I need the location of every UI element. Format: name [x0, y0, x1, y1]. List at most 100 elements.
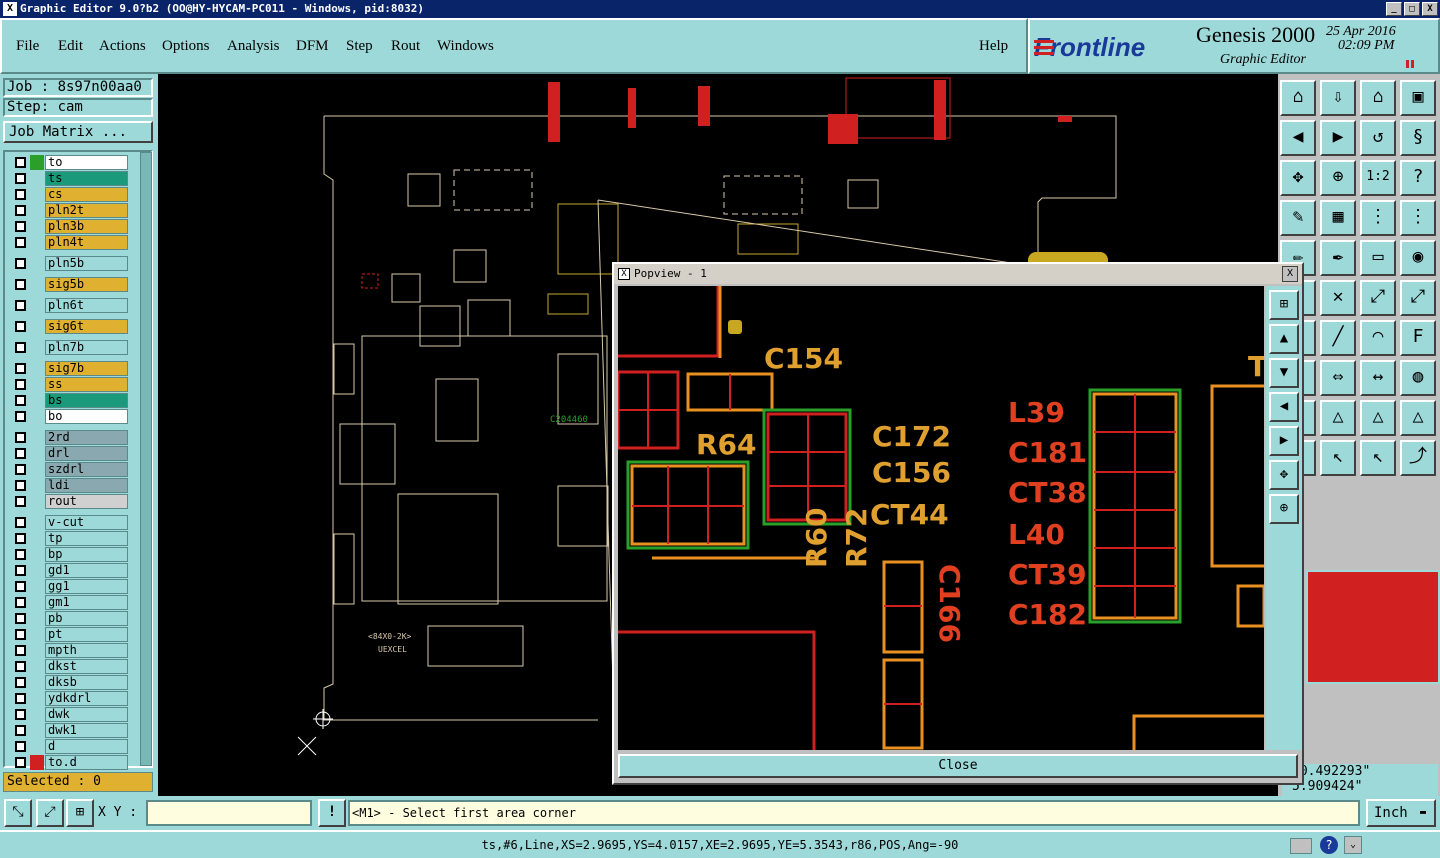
ruler-icon[interactable]: ▭ [1360, 240, 1396, 276]
menu-actions[interactable]: Actions [99, 38, 146, 55]
layer-row-pln6t[interactable]: pln6t [13, 298, 129, 313]
layer-row-pln3b[interactable]: pln3b [13, 219, 129, 234]
layer-color-swatch[interactable] [30, 531, 44, 546]
fit-icon[interactable]: ✥ [1280, 160, 1316, 196]
help-tool-icon[interactable]: ? [1400, 160, 1436, 196]
layer-color-swatch[interactable] [30, 478, 44, 493]
layer-row-dksb[interactable]: dksb [13, 675, 129, 690]
layer-row-dkst[interactable]: dkst [13, 659, 129, 674]
text-tool-icon[interactable]: F [1400, 320, 1436, 356]
layer-row-sig6t[interactable]: sig6t [13, 319, 129, 334]
home-icon[interactable]: ⌂ [1280, 80, 1316, 116]
layer-row-cs[interactable]: cs [13, 187, 129, 202]
layer-row-ldi[interactable]: ldi [13, 478, 129, 493]
net-icon[interactable]: ⋮ [1360, 200, 1396, 236]
layer-color-swatch[interactable] [30, 430, 44, 445]
layer-color-swatch[interactable] [30, 494, 44, 509]
layer-checkbox[interactable] [15, 342, 26, 353]
layer-row-mpth[interactable]: mpth [13, 643, 129, 658]
connect2-icon[interactable]: ⤢ [1400, 280, 1436, 316]
layer-checkbox[interactable] [15, 258, 26, 269]
layer-color-swatch[interactable] [30, 298, 44, 313]
layer-color-swatch[interactable] [30, 319, 44, 334]
layer-color-swatch[interactable] [30, 627, 44, 642]
layer-color-swatch[interactable] [30, 659, 44, 674]
layer-color-swatch[interactable] [30, 277, 44, 292]
layer-color-swatch[interactable] [30, 409, 44, 424]
pointer3-icon[interactable]: ↖ [1360, 440, 1396, 476]
layer-row-2rd[interactable]: 2rd [13, 430, 129, 445]
layer-color-swatch[interactable] [30, 563, 44, 578]
layer-color-swatch[interactable] [30, 547, 44, 562]
center-icon[interactable]: ⊕ [1320, 160, 1356, 196]
popview-close-icon[interactable]: X [1282, 266, 1298, 282]
layer-name[interactable]: gm1 [45, 595, 128, 610]
triangle2-icon[interactable]: △ [1320, 400, 1356, 436]
layer-name[interactable]: pb [45, 611, 128, 626]
pv-pan-right-icon[interactable]: ▶ [1269, 426, 1299, 456]
line2-icon[interactable]: ╱ [1320, 320, 1356, 356]
layer-name[interactable]: 2rd [45, 430, 128, 445]
layer-row-ts[interactable]: ts [13, 171, 129, 186]
layer-color-swatch[interactable] [30, 203, 44, 218]
layer-name[interactable]: dkst [45, 659, 128, 674]
move-icon[interactable]: ✕ [1320, 280, 1356, 316]
layer-name[interactable]: sig6t [45, 319, 128, 334]
layer-name[interactable]: pln4t [45, 235, 128, 250]
layer-color-swatch[interactable] [30, 187, 44, 202]
layer-name[interactable]: ydkdrl [45, 691, 128, 706]
layer-checkbox[interactable] [15, 549, 26, 560]
layer-row-ss[interactable]: ss [13, 377, 129, 392]
layer-row-ydkdrl[interactable]: ydkdrl [13, 691, 129, 706]
arc-icon[interactable]: ◠ [1360, 320, 1396, 356]
layer-name[interactable]: dwk1 [45, 723, 128, 738]
layer-name[interactable]: pln7b [45, 340, 128, 355]
pv-center-icon[interactable]: ⊕ [1269, 494, 1299, 524]
menu-file[interactable]: File [16, 38, 39, 55]
layer-row-gg1[interactable]: gg1 [13, 579, 129, 594]
layer-name[interactable]: bs [45, 393, 128, 408]
layer-name[interactable]: bp [45, 547, 128, 562]
layer-name[interactable]: pln6t [45, 298, 128, 313]
layer-row-sig7b[interactable]: sig7b [13, 361, 129, 376]
layer-name[interactable]: pln5b [45, 256, 128, 271]
ratio-icon[interactable]: 1:2 [1360, 160, 1396, 196]
menu-step[interactable]: Step [346, 38, 373, 55]
layer-checkbox[interactable] [15, 629, 26, 640]
layer-name[interactable]: cs [45, 187, 128, 202]
layer-row-dwk[interactable]: dwk [13, 707, 129, 722]
printer-icon[interactable] [1290, 838, 1312, 854]
pen-icon[interactable]: ✒ [1320, 240, 1356, 276]
layer-name[interactable]: sig5b [45, 277, 128, 292]
triangle4-icon[interactable]: △ [1400, 400, 1436, 436]
scroll-toggle-icon[interactable]: ⌄ [1344, 836, 1362, 854]
circle-tool-icon[interactable]: ◉ [1400, 240, 1436, 276]
menu-analysis[interactable]: Analysis [227, 38, 280, 55]
layer-checkbox[interactable] [15, 565, 26, 576]
pv-fit-icon[interactable]: ✥ [1269, 460, 1299, 490]
layer-row-dwk1[interactable]: dwk1 [13, 723, 129, 738]
layer-color-swatch[interactable] [30, 446, 44, 461]
layer-checkbox[interactable] [15, 189, 26, 200]
layer-color-swatch[interactable] [30, 256, 44, 271]
grid-icon[interactable]: ⊞ [66, 799, 94, 827]
layer-row-bo[interactable]: bo [13, 409, 129, 424]
layer-checkbox[interactable] [15, 411, 26, 422]
layer-color-swatch[interactable] [30, 579, 44, 594]
layer-checkbox[interactable] [15, 221, 26, 232]
layer-color-swatch[interactable] [30, 707, 44, 722]
layer-row-pb[interactable]: pb [13, 611, 129, 626]
layer-row-pt[interactable]: pt [13, 627, 129, 642]
layer-checkbox[interactable] [15, 496, 26, 507]
layer-checkbox[interactable] [15, 300, 26, 311]
layer-checkbox[interactable] [15, 379, 26, 390]
popview-close-button[interactable]: Close [618, 754, 1298, 778]
layer-name[interactable]: d [45, 739, 128, 754]
grid-tool-icon[interactable]: ▦ [1320, 200, 1356, 236]
layer-checkbox[interactable] [15, 448, 26, 459]
layer-checkbox[interactable] [15, 677, 26, 688]
layer-checkbox[interactable] [15, 661, 26, 672]
layer-name[interactable]: rout [45, 494, 128, 509]
measure-icon[interactable]: ⤢ [36, 799, 64, 827]
layer-name[interactable]: drl [45, 446, 128, 461]
